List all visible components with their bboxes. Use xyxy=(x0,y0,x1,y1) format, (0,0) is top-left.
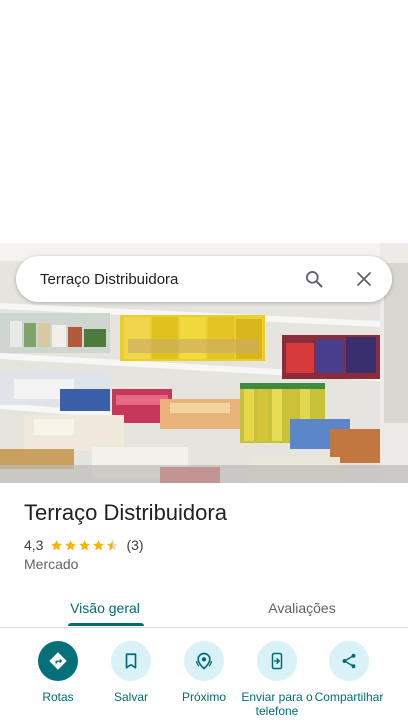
action-buttons: Rotas Salvar Próximo Enviar para o telef… xyxy=(0,641,408,726)
send-to-phone-button[interactable]: Enviar para o telefone xyxy=(238,641,316,718)
directions-button[interactable]: Rotas xyxy=(19,641,97,704)
tab-overview[interactable]: Visão geral xyxy=(60,588,150,628)
search-input[interactable]: Terraço Distribuidora xyxy=(40,271,302,288)
nearby-button[interactable]: Próximo xyxy=(165,641,243,704)
nearby-icon xyxy=(184,641,224,681)
send-to-phone-label: Enviar para o telefone xyxy=(241,690,313,718)
nearby-label: Próximo xyxy=(181,690,226,704)
save-button[interactable]: Salvar xyxy=(92,641,170,704)
tab-reviews[interactable]: Avaliações xyxy=(256,588,348,628)
directions-icon xyxy=(38,641,78,681)
search-bar[interactable]: Terraço Distribuidora xyxy=(16,256,392,302)
tab-bar: Visão geral Avaliações xyxy=(0,588,408,628)
active-tab-indicator xyxy=(68,623,144,626)
save-label: Salvar xyxy=(113,690,148,704)
star-icon xyxy=(79,539,91,550)
send-to-phone-icon xyxy=(257,641,297,681)
bookmark-icon xyxy=(111,641,151,681)
place-title: Terraço Distribuidora xyxy=(24,500,227,525)
star-icon xyxy=(65,539,77,550)
share-button[interactable]: Compartilhar xyxy=(310,641,388,704)
share-label: Compartilhar xyxy=(314,690,384,704)
rating-value: 4,3 xyxy=(24,537,44,553)
directions-label: Rotas xyxy=(42,690,74,704)
rating-stars xyxy=(50,539,120,552)
share-icon xyxy=(329,641,369,681)
rating-row[interactable]: 4,3 (3) xyxy=(24,536,144,554)
place-category: Mercado xyxy=(24,556,79,572)
close-icon[interactable] xyxy=(352,267,376,291)
star-half-icon xyxy=(107,539,119,550)
star-icon xyxy=(93,539,105,550)
star-icon xyxy=(51,539,63,550)
review-count: (3) xyxy=(126,537,144,553)
search-icon[interactable] xyxy=(302,267,326,291)
map-area xyxy=(0,0,408,243)
